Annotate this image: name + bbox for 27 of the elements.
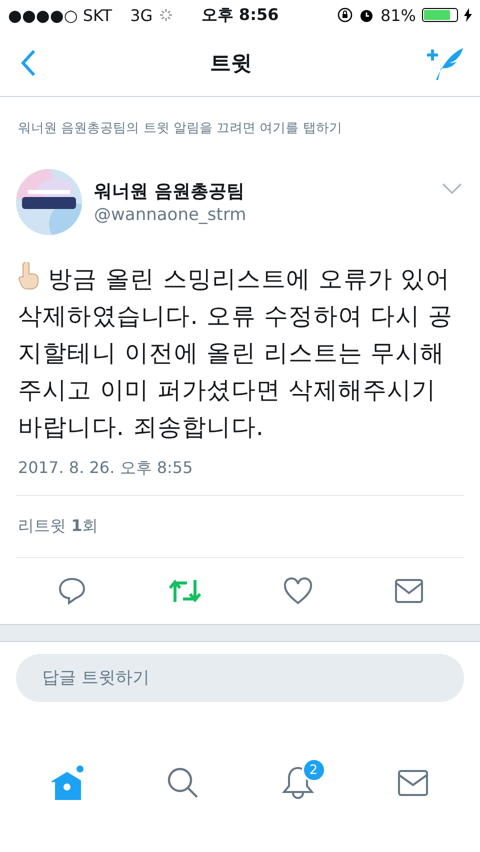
battery-text: 81% <box>380 6 416 24</box>
carrier-text: ●●●●○ SKT <box>8 6 112 24</box>
account-handle[interactable]: @wannaone_strm <box>94 205 430 225</box>
activity-icon <box>158 8 173 22</box>
account-name[interactable]: 워너원 음원총공팀 <box>94 179 430 203</box>
clock-text: 오후 8:56 <box>200 4 280 26</box>
search-icon[interactable] <box>166 767 198 799</box>
mail-icon[interactable] <box>394 578 424 604</box>
notification-notice[interactable]: 워너원 음원총공팀의 트윗 알림을 끄려면 여기를 탭하기 <box>0 97 480 159</box>
pointing-finger-icon <box>18 262 40 290</box>
battery-icon <box>422 8 458 22</box>
retweet-count[interactable]: 리트윗 1회 <box>0 496 480 557</box>
alarm-icon <box>359 8 374 22</box>
mail-icon[interactable] <box>396 769 428 797</box>
retweet-icon[interactable] <box>168 578 202 604</box>
tweet-date: 2017. 8. 26. 오후 8:55 <box>17 457 194 479</box>
page-title: 트윗 <box>210 50 252 77</box>
back-icon[interactable] <box>20 49 36 77</box>
reply-field[interactable]: 답글 트윗하기 <box>16 654 464 702</box>
charging-icon <box>464 8 472 22</box>
home-icon[interactable] <box>50 765 84 801</box>
network-text: 3G <box>130 6 153 24</box>
heart-icon[interactable] <box>282 577 312 605</box>
tweet-text: 방금 올린 스밍리스트에 오류가 있어 삭제하였습니다. 오류 수정하여 다시 공지할테니 이전에 올린 리스트는 무시해주시고 이미 퍼가셨다면 삭제해주시기 바랍니다. 죄송합니다. <box>0 245 480 446</box>
reply-icon[interactable] <box>56 577 86 605</box>
notification-count: 2 <box>302 758 326 782</box>
rotation-lock-icon <box>337 7 354 23</box>
